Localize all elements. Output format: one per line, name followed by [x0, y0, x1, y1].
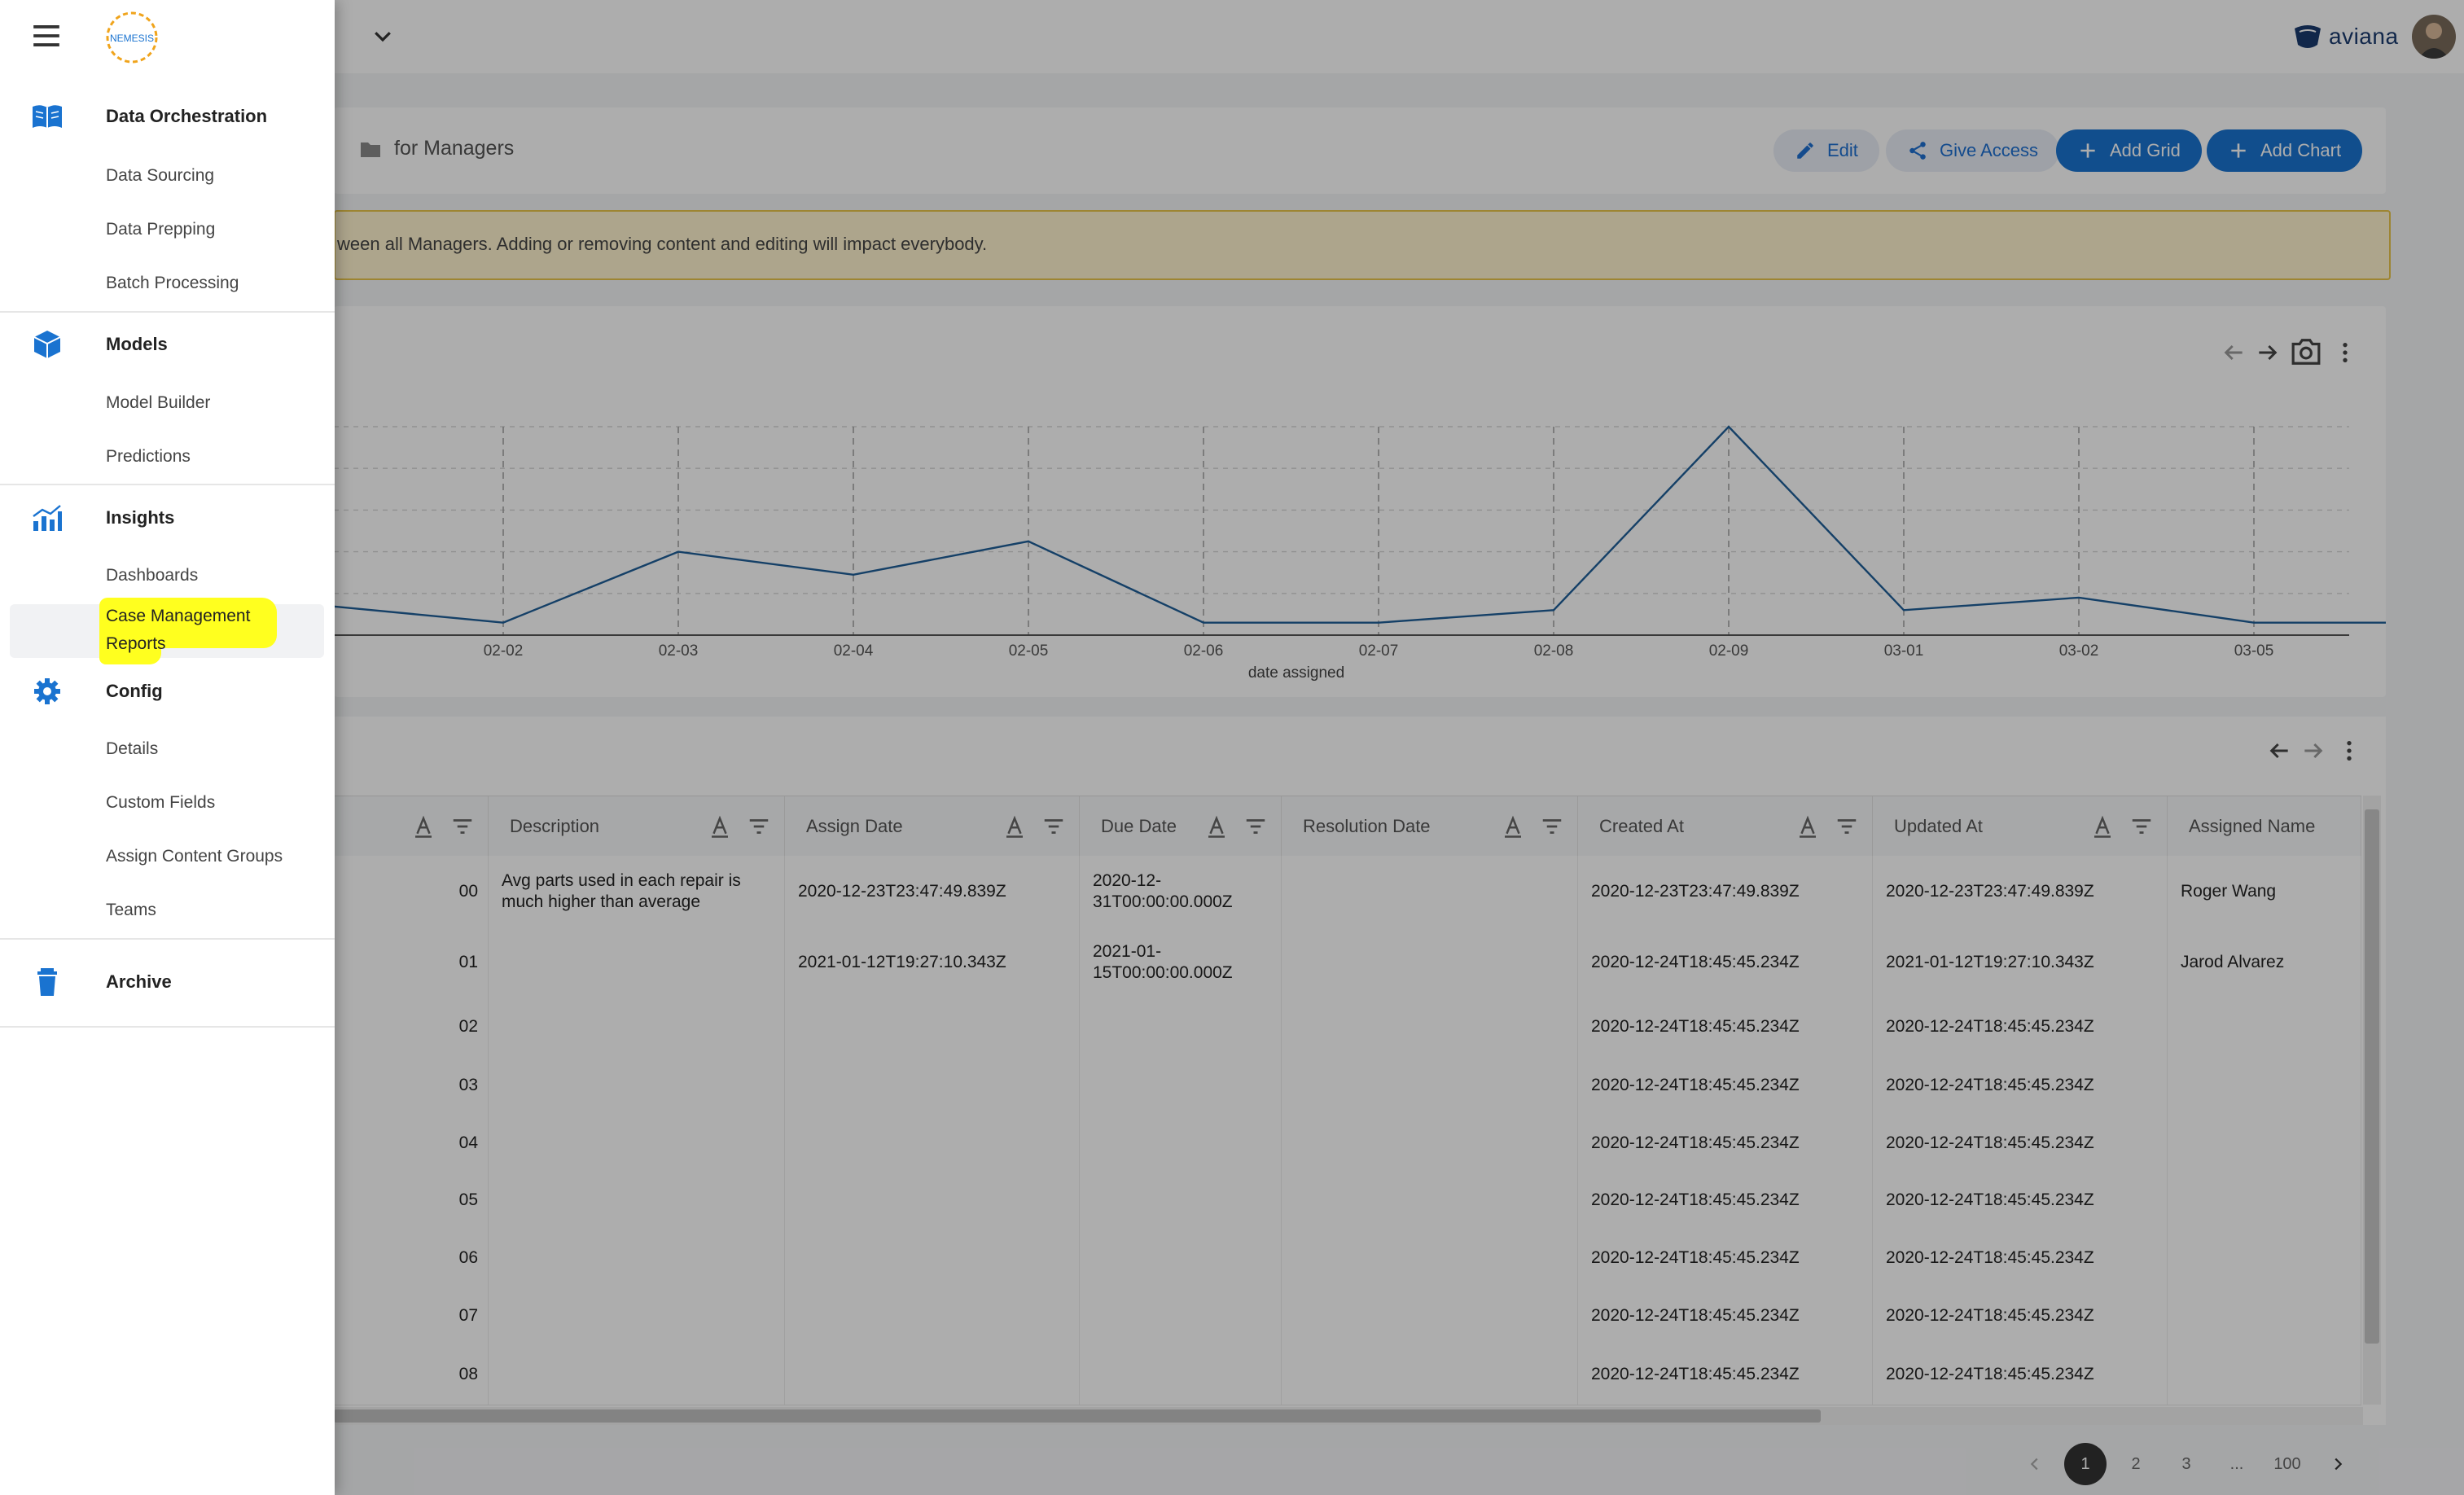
nav-section-archive[interactable]: Archive	[0, 945, 335, 1019]
nav-item-model-builder[interactable]: Model Builder	[106, 393, 210, 413]
cube-icon	[33, 331, 61, 358]
nav-item-dashboards[interactable]: Dashboards	[106, 566, 198, 585]
nav-item-predictions[interactable]: Predictions	[106, 447, 191, 467]
nav-section-data-orchestration[interactable]: Data Orchestration	[0, 80, 335, 153]
nav-item-custom-fields[interactable]: Custom Fields	[106, 793, 215, 813]
navigation-drawer: NEMESIS Data Orchestration Data Sourcing…	[0, 0, 335, 1495]
nav-section-config[interactable]: Config	[0, 655, 335, 728]
nav-section-label: Config	[106, 681, 163, 701]
nav-item-batch-processing[interactable]: Batch Processing	[106, 274, 239, 293]
book-icon	[33, 105, 62, 128]
modal-scrim[interactable]	[0, 0, 2464, 1495]
nav-item-data-prepping[interactable]: Data Prepping	[106, 220, 215, 239]
logo-text: NEMESIS	[110, 33, 154, 44]
nav-section-models[interactable]: Models	[0, 308, 335, 381]
nav-divider	[0, 1026, 335, 1028]
trash-icon	[37, 968, 57, 996]
bar-chart-icon	[33, 505, 62, 531]
app-logo: NEMESIS	[106, 11, 158, 64]
nav-divider	[0, 938, 335, 940]
nav-section-label: Data Orchestration	[106, 106, 268, 126]
nav-section-label: Archive	[106, 971, 172, 992]
nav-section-insights[interactable]: Insights	[0, 481, 335, 555]
nav-item-assign-content-groups[interactable]: Assign Content Groups	[106, 847, 283, 866]
gear-icon	[34, 678, 60, 704]
nav-item-data-sourcing[interactable]: Data Sourcing	[106, 166, 214, 186]
nav-item-teams[interactable]: Teams	[106, 901, 156, 920]
nav-item-details[interactable]: Details	[106, 739, 158, 759]
nav-section-label: Insights	[106, 507, 175, 528]
nav-item-case-management-reports[interactable]: Case Management Reports	[106, 603, 293, 658]
hamburger-menu-icon[interactable]	[31, 23, 62, 49]
nav-section-label: Models	[106, 334, 168, 354]
